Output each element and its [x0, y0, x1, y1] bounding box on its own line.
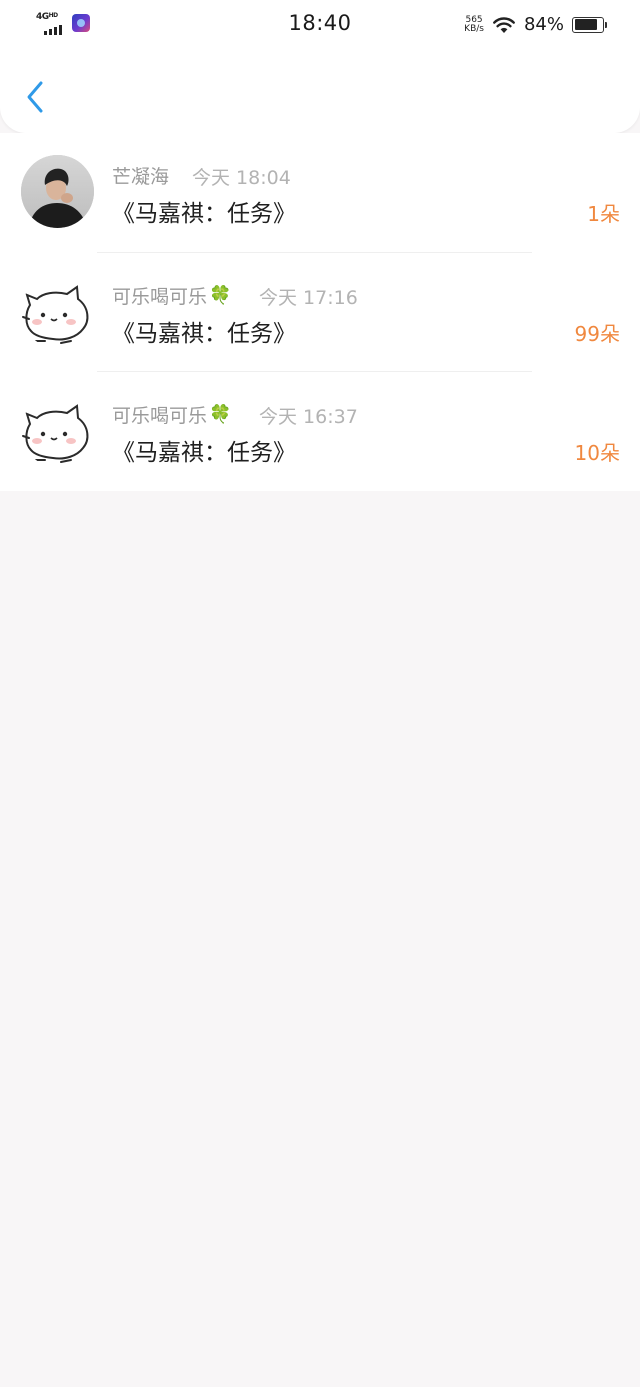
avatar[interactable] [21, 275, 94, 348]
list-item[interactable]: 可乐喝可乐 🍀 今天 17:16 《马嘉祺：任务》 99朵 [0, 253, 640, 372]
avatar[interactable] [21, 394, 94, 467]
sender-name: 可乐喝可乐 [112, 405, 208, 427]
clover-icon: 🍀 [209, 284, 232, 306]
battery-percent: 84% [523, 14, 564, 35]
gift-time: 今天 16:37 [259, 406, 358, 428]
battery-icon [572, 16, 607, 33]
avatar-photo [21, 155, 94, 228]
cat-sticker-avatar [22, 404, 89, 463]
gift-amount: 99朵 [574, 321, 620, 346]
sender-name: 可乐喝可乐 [112, 285, 208, 308]
wifi-icon [493, 16, 515, 33]
speed-unit: KB/s [464, 23, 484, 34]
status-right: 565 KB/s 84% [464, 14, 607, 35]
gift-time: 今天 18:04 [192, 167, 291, 189]
avatar[interactable] [21, 155, 94, 228]
status-bar: 4GHD 18:40 565 KB/s 84% [0, 0, 640, 50]
cat-sticker-avatar [22, 284, 89, 344]
chevron-left-icon [27, 81, 43, 113]
gift-title: 《马嘉祺：任务》 [112, 440, 296, 466]
gift-amount: 1朵 [587, 202, 620, 226]
gift-record-list: 芒凝海 今天 18:04 《马嘉祺：任务》 1朵 可乐喝可乐 🍀 今天 17:1… [0, 133, 640, 491]
list-item[interactable]: 可乐喝可乐 🍀 今天 16:37 《马嘉祺：任务》 10朵 [0, 372, 640, 492]
gift-title: 《马嘉祺：任务》 [112, 320, 296, 347]
battery-level [574, 19, 598, 30]
sender-name: 芒凝海 [112, 166, 170, 188]
back-button[interactable] [18, 76, 52, 118]
gift-title: 《马嘉祺：任务》 [112, 201, 296, 227]
gift-time: 今天 17:16 [259, 286, 358, 309]
page: 4GHD 18:40 565 KB/s 84% 芒凝海 今天 18:04 《马嘉… [0, 0, 640, 1387]
network-speed: 565 KB/s [464, 15, 484, 34]
gift-amount: 10朵 [574, 441, 620, 465]
list-item[interactable]: 芒凝海 今天 18:04 《马嘉祺：任务》 1朵 [0, 133, 640, 253]
header: 4GHD 18:40 565 KB/s 84% [0, 0, 640, 133]
clover-icon: 🍀 [209, 404, 232, 425]
